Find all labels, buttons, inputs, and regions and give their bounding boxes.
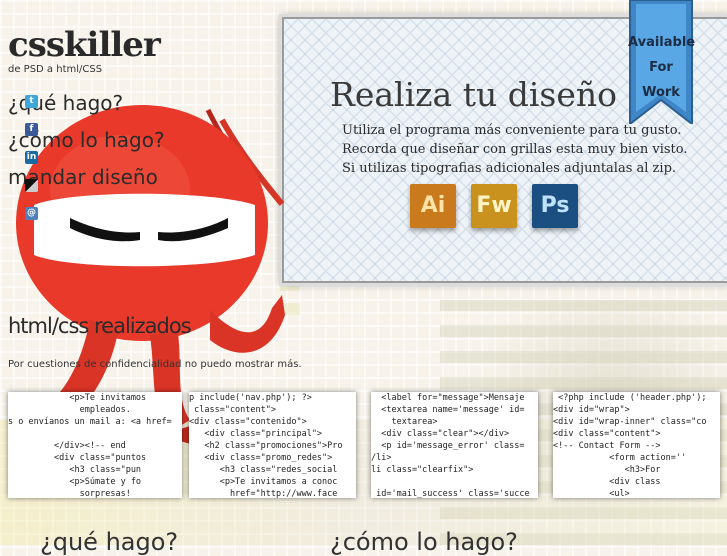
ribbon-line: For — [649, 60, 673, 75]
code-line: <div class="puntos — [8, 453, 147, 463]
code-line: <?php include ('header.php'); — [553, 393, 707, 403]
code-line: <!-- Contact Form --> — [553, 441, 661, 451]
code-line: <h3 class="redes_social — [189, 465, 338, 475]
code-line: <h3 class="pun — [8, 465, 142, 475]
code-line: <p>Súmate y fo — [8, 477, 142, 487]
panel-title: Realiza tu diseño — [330, 75, 617, 114]
portfolio-thumbnail[interactable]: <p>Te invitamos empleados. s o envíanos u… — [8, 392, 182, 498]
code-line: <h3>For — [553, 465, 661, 475]
twitter-icon[interactable]: t — [25, 95, 38, 108]
code-line: p include('nav.php'); ?> — [189, 393, 312, 403]
email-icon[interactable]: @ — [25, 207, 38, 220]
code-line: <p>Te invitamos a conoc — [189, 477, 338, 487]
code-line: <ul> — [553, 489, 630, 498]
photoshop-icon: Ps — [532, 184, 578, 228]
code-line: <div id="wrap"> — [553, 405, 630, 415]
portfolio-thumbnail[interactable]: <label for="message">Mensaje <textarea n… — [371, 392, 538, 498]
portfolio-title: html/css realizados — [8, 314, 192, 338]
code-line: /li> — [371, 453, 392, 463]
code-line: <div class="principal"> — [189, 429, 323, 439]
fireworks-icon: Fw — [471, 184, 517, 228]
ribbon-line: Work — [642, 85, 680, 100]
code-line: <form action='' — [553, 453, 687, 463]
code-line: </div><!-- end — [8, 441, 131, 451]
ribbon-line: Available — [628, 35, 696, 50]
illustrator-icon: Ai — [410, 184, 456, 228]
social-links: t f in @ — [25, 95, 41, 235]
portfolio-subtitle: Por cuestiones de confidencialidad no pu… — [8, 359, 302, 370]
code-line: textarea> — [371, 417, 438, 427]
available-for-work-ribbon[interactable]: Available For Work — [628, 0, 696, 127]
code-line: <p id='message_error' class= — [371, 441, 525, 451]
panel-line: Recorda que diseñar con grillas esta muy… — [342, 142, 688, 157]
delicious-icon[interactable] — [25, 179, 38, 192]
code-line: <div class — [553, 477, 661, 487]
code-line: s o envíanos un mail a: <a href= — [8, 417, 172, 427]
portfolio-thumbnail[interactable]: p include('nav.php'); ?> class="content"… — [189, 392, 356, 498]
code-line: <div id="wrap-inner" class="co — [553, 417, 707, 427]
bottom-heading-que-hago: ¿qué hago? — [40, 528, 179, 556]
panel-text: Utiliza el programa más conveniente para… — [342, 121, 687, 178]
code-line: <label for="message">Mensaje — [371, 393, 525, 403]
code-line: li class="clearfix"> — [371, 465, 474, 475]
code-line: <p>Te invitamos — [8, 393, 147, 403]
panel-line: Si utilizas tipografias adicionales adju… — [342, 161, 677, 176]
linkedin-icon[interactable]: in — [25, 151, 38, 164]
facebook-icon[interactable]: f — [25, 123, 38, 136]
code-line: <div class="clear"></div> — [371, 429, 510, 439]
app-icons: Ai Fw Ps — [410, 184, 593, 228]
bottom-heading-como-lo-hago: ¿cómo lo hago? — [330, 528, 518, 556]
code-line: class="content"> — [189, 405, 276, 415]
code-line: <h2 class="promociones">Pro — [189, 441, 343, 451]
code-line: id='mail_success' class='succe — [371, 489, 530, 498]
portfolio-thumbnail[interactable]: <?php include ('header.php'); <div id="wr… — [553, 392, 720, 498]
code-line: empleados. — [8, 405, 131, 415]
code-line: <textarea name='message' id= — [371, 405, 525, 415]
code-line: <div class="contenido"> — [189, 417, 307, 427]
code-line: sorpresas! — [8, 489, 131, 498]
code-line: href="http://www.face — [189, 489, 338, 498]
code-line: <div class="promo_redes"> — [189, 453, 333, 463]
code-line: <div class="content"> — [553, 429, 661, 439]
